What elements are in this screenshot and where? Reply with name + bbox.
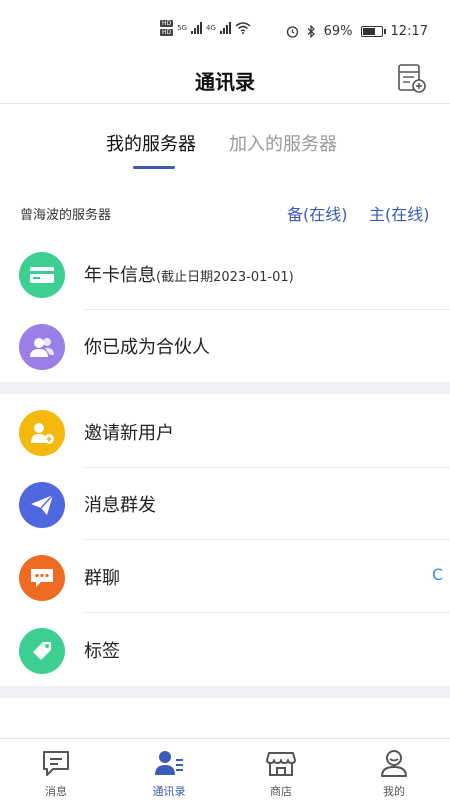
hd-badge: HD <box>160 20 174 27</box>
bottom-nav: 消息 通讯录 商店 我的 <box>0 738 450 800</box>
annual-card-expiry: (截止日期2023-01-01) <box>156 270 294 285</box>
list-item-label: 标签 <box>84 641 120 662</box>
status-bar: HD HD 5G 4G 69% 12:17 <box>0 0 450 52</box>
partner-icon <box>19 324 65 370</box>
list-item-invite[interactable]: 邀请新用户 <box>0 396 450 468</box>
tag-icon <box>19 628 65 674</box>
alarm-icon <box>286 26 298 38</box>
edge-letter: C <box>432 565 444 584</box>
list-item-label: 群聊 <box>84 568 120 589</box>
list-item-label: 消息群发 <box>84 495 156 516</box>
network-type-right: 4G <box>206 24 216 32</box>
annual-card-title: 年卡信息 <box>84 265 156 286</box>
battery-percent: 69% <box>323 24 353 39</box>
contacts-icon <box>155 751 183 775</box>
contact-list-add-icon[interactable] <box>396 62 428 94</box>
nav-label: 我的 <box>383 785 405 798</box>
hd-badge: HD <box>160 29 174 36</box>
nav-messages[interactable]: 消息 <box>16 739 96 800</box>
card-icon <box>19 252 65 298</box>
nav-profile[interactable]: 我的 <box>354 739 434 800</box>
server-name: 曾海波的服务器 <box>20 208 112 223</box>
divider <box>84 539 450 540</box>
signal-icon <box>191 22 203 34</box>
invite-user-icon <box>19 410 65 456</box>
server-tabs: 我的服务器 加入的服务器 <box>0 130 450 170</box>
list-item-annual-card[interactable]: 年卡信息(截止日期2023-01-01) <box>0 238 450 310</box>
server-row: 曾海波的服务器 备(在线) 主(在线) <box>0 198 450 228</box>
message-icon <box>43 751 69 776</box>
tab-my-servers[interactable]: 我的服务器 <box>106 130 196 156</box>
list-item-label: 你已成为合伙人 <box>84 337 210 358</box>
battery-fill <box>362 28 375 35</box>
nav-store[interactable]: 商店 <box>241 739 321 800</box>
page-title: 通讯录 <box>195 70 255 94</box>
section-gap <box>0 382 450 394</box>
header: 通讯录 <box>0 52 450 104</box>
nav-label: 商店 <box>270 785 292 798</box>
hd-badges: HD HD <box>160 20 174 36</box>
status-left: HD HD 5G 4G <box>160 20 251 36</box>
section-gap <box>0 686 450 698</box>
tab-active-indicator <box>133 166 175 169</box>
list-item-group-chat[interactable]: 群聊 <box>0 541 450 613</box>
backup-server-status[interactable]: 备(在线) <box>287 201 348 225</box>
status-right: 69% 12:17 <box>286 24 428 39</box>
list-item-tags[interactable]: 标签 <box>0 614 450 686</box>
list-item-broadcast[interactable]: 消息群发 <box>0 468 450 540</box>
nav-contacts[interactable]: 通讯录 <box>129 739 209 800</box>
nav-label: 通讯录 <box>152 785 186 798</box>
main-server-status[interactable]: 主(在线) <box>369 201 430 225</box>
tab-joined-servers[interactable]: 加入的服务器 <box>229 130 337 156</box>
list-item-label: 邀请新用户 <box>84 423 174 444</box>
list-item-label: 年卡信息(截止日期2023-01-01) <box>84 261 294 287</box>
list-item-partner[interactable]: 你已成为合伙人 <box>0 310 450 382</box>
network-type-left: 5G <box>177 24 188 32</box>
divider <box>84 612 450 613</box>
battery-icon <box>360 26 386 37</box>
wifi-icon <box>235 22 251 34</box>
bluetooth-icon <box>307 25 315 38</box>
store-icon <box>266 752 296 776</box>
clock: 12:17 <box>390 24 428 39</box>
send-icon <box>19 482 65 528</box>
nav-label: 消息 <box>45 785 67 798</box>
group-chat-icon <box>19 555 65 601</box>
profile-icon <box>381 750 407 777</box>
signal-icon <box>219 22 231 34</box>
